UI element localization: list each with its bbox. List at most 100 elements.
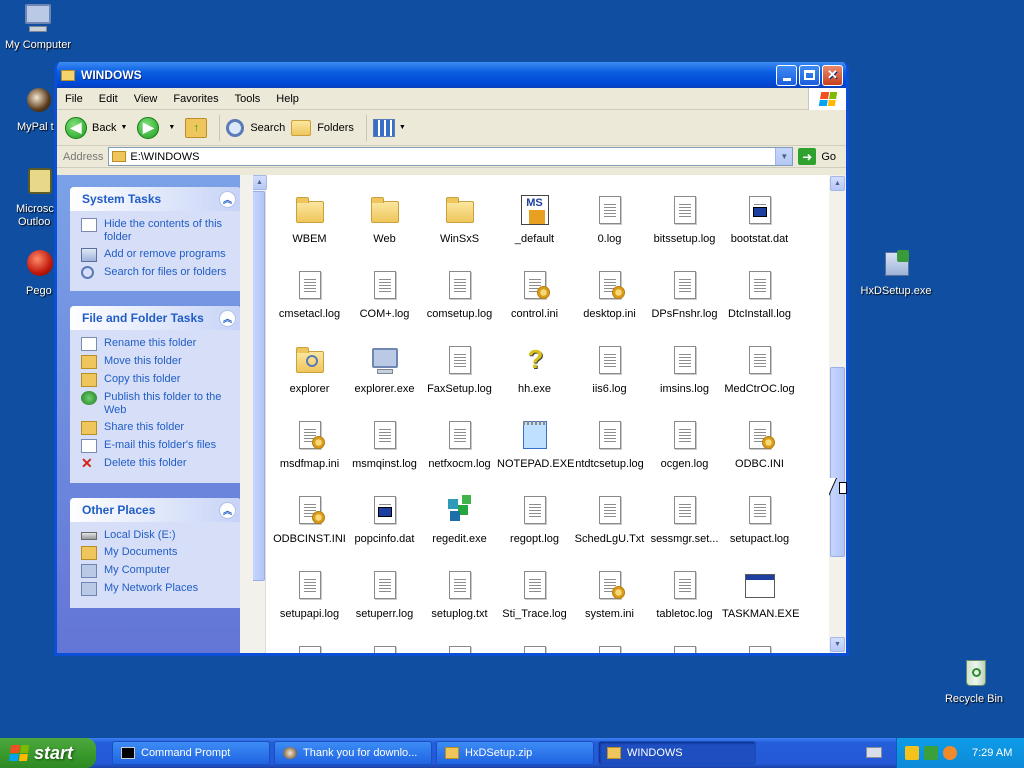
file-item[interactable]: ocgen.log	[647, 420, 722, 471]
collapse-chevron-icon[interactable]: ︽	[219, 501, 236, 519]
file-item[interactable]: MS _default	[497, 195, 572, 246]
search-icon[interactable]	[943, 746, 957, 760]
file-item[interactable]: desktop.ini	[572, 270, 647, 321]
task-add-remove-programs[interactable]: Add or remove programs	[81, 248, 235, 262]
file-item[interactable]: TASKMAN.EXE	[722, 570, 799, 621]
menu-view[interactable]: View	[126, 93, 166, 105]
file-item[interactable]: msdfmap.ini	[272, 420, 347, 471]
taskbar-item-hxdsetup-zip[interactable]: HxDSetup.zip	[436, 741, 594, 765]
file-item-partial[interactable]	[422, 645, 497, 653]
file-item-partial[interactable]	[347, 645, 422, 653]
task-copy-folder[interactable]: Copy this folder	[81, 373, 235, 387]
file-item-partial[interactable]	[722, 645, 797, 653]
file-item[interactable]: DPsFnshr.log	[647, 270, 722, 321]
place-my-computer[interactable]: My Computer	[81, 564, 235, 578]
task-delete-folder[interactable]: ✕ Delete this folder	[81, 456, 235, 471]
task-email-files[interactable]: E-mail this folder's files	[81, 439, 235, 453]
task-search-files[interactable]: Search for files or folders	[81, 266, 235, 279]
menu-favorites[interactable]: Favorites	[165, 93, 226, 105]
menu-tools[interactable]: Tools	[227, 93, 269, 105]
file-item[interactable]: bootstat.dat	[722, 195, 797, 246]
menu-edit[interactable]: Edit	[91, 93, 126, 105]
taskbar-item-browser[interactable]: Thank you for downlo...	[274, 741, 432, 765]
up-folder-button[interactable]: ↑	[185, 117, 208, 138]
keyboard-icon[interactable]	[866, 747, 882, 758]
file-item[interactable]: bitssetup.log	[647, 195, 722, 246]
place-network-places[interactable]: My Network Places	[81, 582, 235, 596]
dropdown-arrow-icon[interactable]: ▼	[399, 124, 406, 131]
file-item[interactable]: explorer.exe	[347, 345, 422, 396]
scroll-down-icon[interactable]: ▼	[830, 637, 845, 652]
file-item[interactable]: regedit.exe	[422, 495, 497, 546]
file-item[interactable]: msmqinst.log	[347, 420, 422, 471]
start-button[interactable]: start	[0, 738, 96, 768]
go-button[interactable]: ➜ Go	[793, 148, 846, 165]
maximize-button[interactable]	[799, 64, 820, 86]
file-item[interactable]: MedCtrOC.log	[722, 345, 797, 396]
file-item-partial[interactable]	[497, 645, 572, 653]
task-publish-web[interactable]: Publish this folder to the Web	[81, 391, 235, 417]
file-item-partial[interactable]	[647, 645, 722, 653]
other-places-header[interactable]: Other Places ︽	[70, 498, 241, 522]
file-item[interactable]: iis6.log	[572, 345, 647, 396]
file-item[interactable]: netfxocm.log	[422, 420, 497, 471]
file-item[interactable]: cmsetacl.log	[272, 270, 347, 321]
desktop-icon-my-computer[interactable]: My Computer	[0, 2, 78, 52]
address-input[interactable]: E:\WINDOWS ▼	[108, 147, 794, 166]
vertical-scrollbar[interactable]: ▲ ▼	[829, 175, 846, 653]
task-rename-folder[interactable]: Rename this folder	[81, 337, 235, 351]
file-item[interactable]: WBEM	[272, 195, 347, 246]
file-item[interactable]: regopt.log	[497, 495, 572, 546]
dropdown-arrow-icon[interactable]: ▼	[168, 124, 175, 131]
collapse-chevron-icon[interactable]: ︽	[219, 309, 236, 327]
file-folder-tasks-header[interactable]: File and Folder Tasks ︽	[70, 306, 241, 330]
left-scrollbar[interactable]: ▲	[253, 175, 267, 653]
file-item[interactable]: setupact.log	[722, 495, 797, 546]
file-item[interactable]: control.ini	[497, 270, 572, 321]
taskbar-item-command-prompt[interactable]: Command Prompt	[112, 741, 270, 765]
file-item[interactable]: ? hh.exe	[497, 345, 572, 396]
desktop-icon-hxdsetup[interactable]: HxDSetup.exe	[856, 248, 936, 298]
collapse-chevron-icon[interactable]: ︽	[219, 190, 236, 208]
file-item[interactable]: SchedLgU.Txt	[572, 495, 647, 546]
file-item[interactable]: FaxSetup.log	[422, 345, 497, 396]
forward-button[interactable]: ▶ ▼	[137, 116, 179, 139]
scroll-thumb[interactable]	[253, 191, 265, 581]
place-local-disk[interactable]: Local Disk (E:)	[81, 529, 235, 542]
menu-help[interactable]: Help	[268, 93, 307, 105]
task-share-folder[interactable]: Share this folder	[81, 421, 235, 435]
file-item[interactable]: sessmgr.set...	[647, 495, 722, 546]
file-item[interactable]: setuplog.txt	[422, 570, 497, 621]
place-my-documents[interactable]: My Documents	[81, 546, 235, 560]
desktop-icon-recycle-bin[interactable]: Recycle Bin	[934, 656, 1014, 706]
file-item[interactable]: WinSxS	[422, 195, 497, 246]
file-item[interactable]: setuperr.log	[347, 570, 422, 621]
file-item[interactable]: Sti_Trace.log	[497, 570, 572, 621]
file-item[interactable]: system.ini	[572, 570, 647, 621]
folders-button[interactable]: Folders	[291, 119, 354, 136]
file-item[interactable]: setupapi.log	[272, 570, 347, 621]
task-pane-scrollbar[interactable]	[240, 175, 253, 653]
file-item[interactable]: COM+.log	[347, 270, 422, 321]
file-item[interactable]: ODBCINST.INI	[272, 495, 347, 546]
task-hide-contents[interactable]: Hide the contents of this folder	[81, 218, 235, 244]
file-item[interactable]: imsins.log	[647, 345, 722, 396]
minimize-button[interactable]	[776, 64, 797, 86]
task-move-folder[interactable]: Move this folder	[81, 355, 235, 369]
file-item[interactable]: explorer	[272, 345, 347, 396]
file-item[interactable]: comsetup.log	[422, 270, 497, 321]
file-item[interactable]: ODBC.INI	[722, 420, 797, 471]
search-button[interactable]: Search	[226, 118, 285, 137]
scroll-up-icon[interactable]: ▲	[830, 176, 845, 191]
address-dropdown-button[interactable]: ▼	[775, 148, 793, 165]
network-icon[interactable]	[924, 746, 938, 760]
menu-file[interactable]: File	[57, 93, 91, 105]
file-item[interactable]: ntdtcsetup.log	[572, 420, 647, 471]
back-button[interactable]: ◀ Back ▼	[65, 116, 131, 139]
file-item[interactable]: NOTEPAD.EXE	[497, 420, 574, 471]
file-item[interactable]: tabletoc.log	[647, 570, 722, 621]
system-tasks-header[interactable]: System Tasks ︽	[70, 187, 241, 211]
file-item[interactable]: 0.log	[572, 195, 647, 246]
file-item-partial[interactable]	[572, 645, 647, 653]
title-bar[interactable]: WINDOWS ✕	[57, 62, 846, 88]
